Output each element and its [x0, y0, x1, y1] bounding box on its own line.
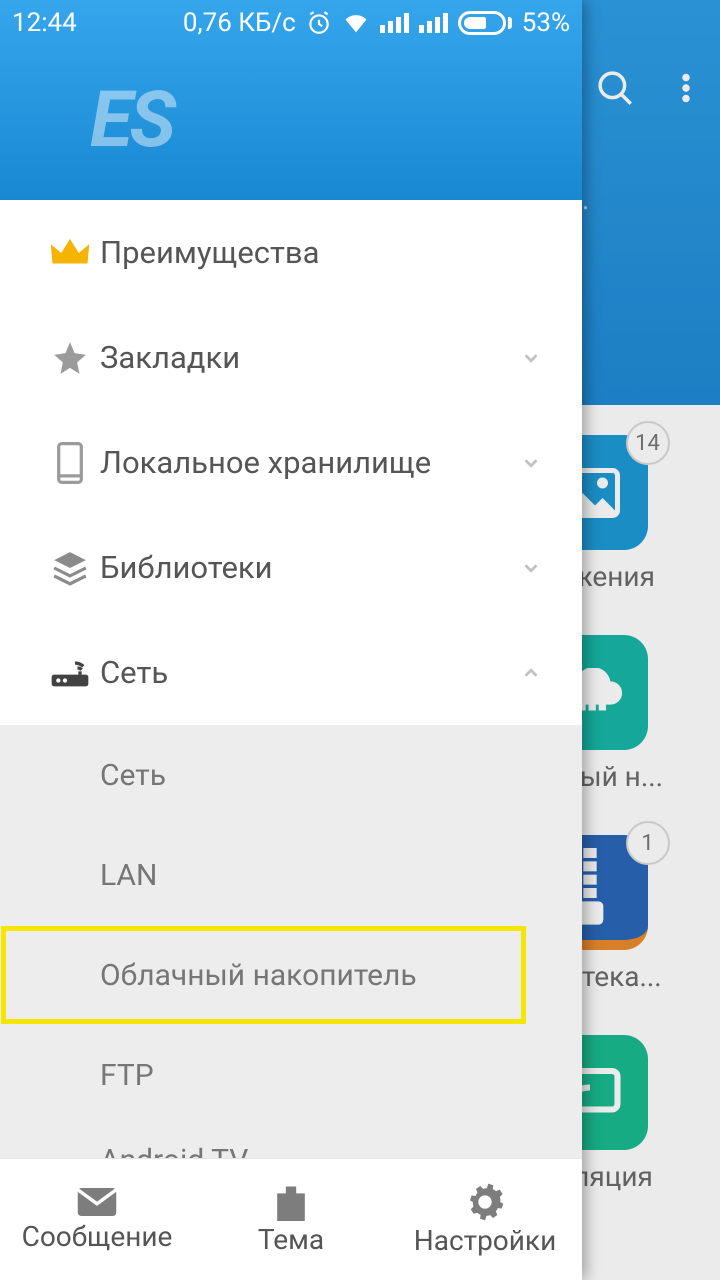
mail-icon	[76, 1186, 118, 1218]
layers-icon	[40, 549, 100, 587]
status-battery-pct: 53%	[522, 8, 570, 38]
drawer-header: 12:44 0,76 КБ/с 53% ES	[0, 0, 582, 200]
network-submenu: Сеть LAN Облачный накопитель FTP Android…	[0, 725, 582, 1158]
wifi-icon	[342, 11, 370, 35]
sub-item-network[interactable]: Сеть	[0, 725, 582, 825]
chevron-down-icon	[520, 557, 542, 579]
signal-icon	[380, 13, 409, 33]
sub-item-ftp[interactable]: FTP	[0, 1025, 582, 1125]
tab-theme[interactable]: Тема	[194, 1159, 388, 1280]
sidebar-item-network[interactable]: Сеть	[0, 620, 582, 725]
sub-item-lan[interactable]: LAN	[0, 825, 582, 925]
tab-message[interactable]: Сообщение	[0, 1159, 194, 1280]
sidebar-item-bookmarks[interactable]: Закладки	[0, 305, 582, 410]
sidebar-item-premium[interactable]: Преимущества	[0, 200, 582, 305]
chevron-up-icon	[520, 662, 542, 684]
gear-icon	[465, 1182, 505, 1222]
theme-icon	[270, 1183, 312, 1221]
sub-item-cloud-storage[interactable]: Облачный накопитель	[0, 925, 527, 1025]
chevron-down-icon	[520, 452, 542, 474]
sidebar-item-libraries[interactable]: Библиотеки	[0, 515, 582, 620]
signal-icon-2	[419, 13, 448, 33]
battery-icon	[458, 11, 512, 35]
es-logo: ES	[90, 75, 173, 166]
status-time: 12:44	[12, 8, 77, 38]
device-icon	[40, 442, 100, 484]
drawer-bottom-tabs: Сообщение Тема Настройки	[0, 1158, 582, 1280]
star-icon	[40, 339, 100, 377]
router-icon	[40, 657, 100, 689]
status-net-speed: 0,76 КБ/с	[183, 8, 296, 38]
navigation-drawer: 12:44 0,76 КБ/с 53% ES	[0, 0, 582, 1280]
status-bar: 12:44 0,76 КБ/с 53%	[0, 0, 582, 45]
alarm-icon	[306, 10, 332, 36]
tab-settings[interactable]: Настройки	[388, 1159, 582, 1280]
crown-icon	[40, 236, 100, 270]
chevron-down-icon	[520, 347, 542, 369]
sidebar-item-local-storage[interactable]: Локальное хранилище	[0, 410, 582, 515]
sub-item-android-tv[interactable]: Android TV	[0, 1125, 582, 1158]
